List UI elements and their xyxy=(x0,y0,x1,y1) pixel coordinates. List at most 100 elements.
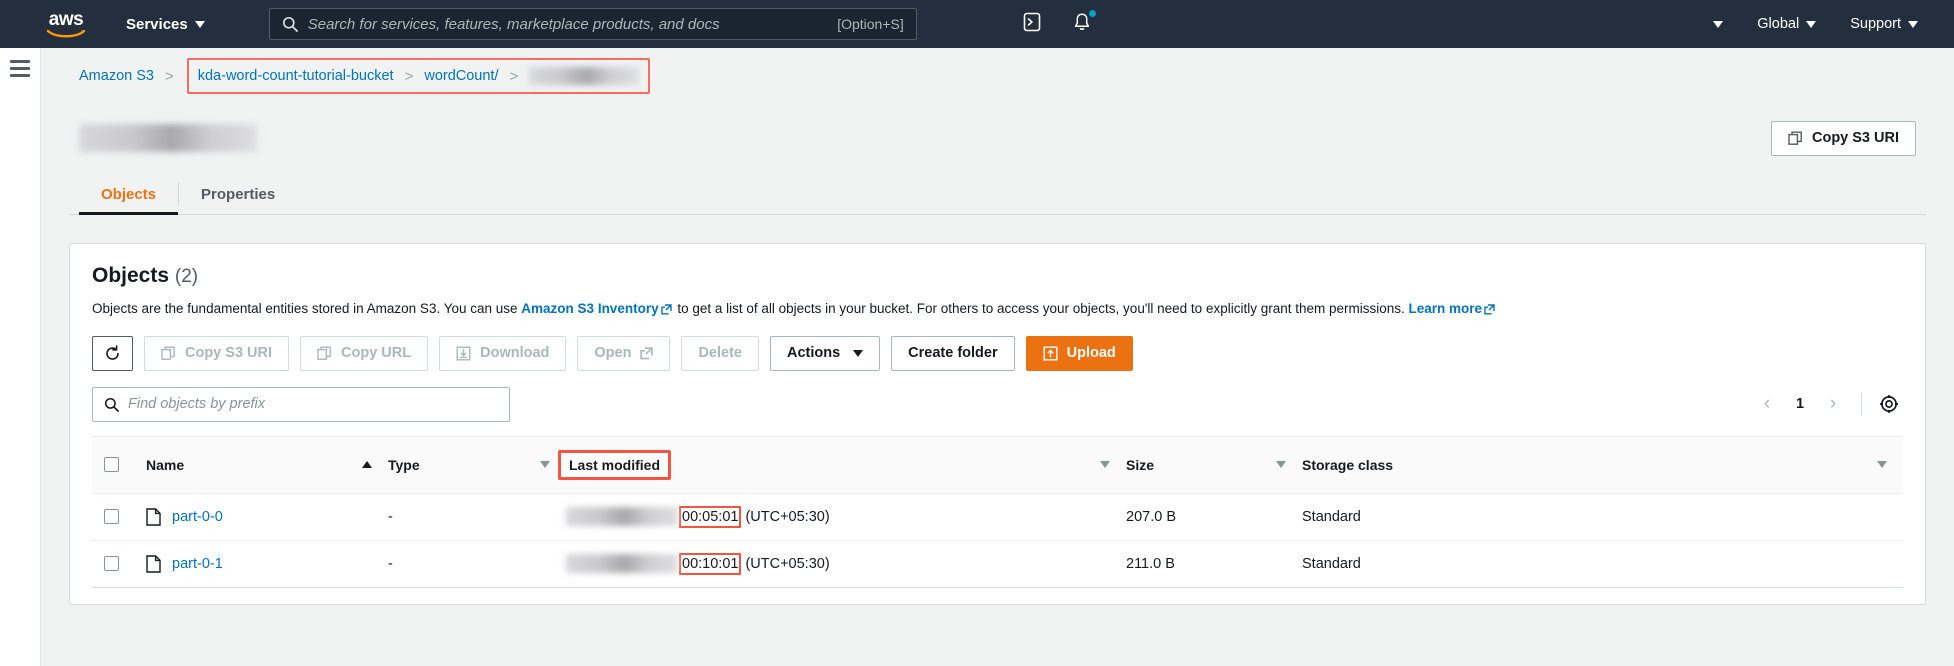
row-time-highlight-box: 00:05:01 xyxy=(679,505,742,528)
header-last-modified[interactable]: Last modified xyxy=(558,435,1126,494)
file-icon xyxy=(146,554,161,573)
objects-table-body: part-0-0 - 00:05:01 (UTC+05:30) 207.0 B … xyxy=(92,493,1903,588)
tab-properties[interactable]: Properties xyxy=(179,174,297,214)
delete-button[interactable]: Delete xyxy=(681,335,759,371)
row-size-cell: 211.0 B xyxy=(1126,540,1302,588)
row-last-modified-cell: 00:10:01 (UTC+05:30) xyxy=(566,540,1126,588)
objects-card-heading: Objects (2) xyxy=(92,264,1903,288)
header-type[interactable]: Type xyxy=(388,435,566,494)
aws-smile-icon xyxy=(46,29,86,37)
row-date-redacted xyxy=(566,507,678,527)
last-modified-highlight-box: Last modified xyxy=(558,449,672,480)
breadcrumb-item-bucket[interactable]: kda-word-count-tutorial-bucket xyxy=(198,68,394,84)
table-settings-gear-icon[interactable] xyxy=(1875,390,1903,418)
objects-heading-text: Objects xyxy=(92,264,170,287)
global-search-input[interactable] xyxy=(307,15,828,33)
header-size[interactable]: Size xyxy=(1126,435,1302,494)
notifications-bell-icon[interactable] xyxy=(1071,9,1096,38)
services-menu-button[interactable]: Services xyxy=(126,16,205,33)
row-timezone: (UTC+05:30) xyxy=(745,555,830,572)
header-name[interactable]: Name xyxy=(138,435,388,494)
left-rail xyxy=(0,48,41,666)
upload-icon xyxy=(1043,346,1058,361)
sort-descending-icon xyxy=(1276,461,1286,469)
support-menu-button[interactable]: Support xyxy=(1850,16,1918,32)
object-name-link[interactable]: part-0-1 xyxy=(172,556,223,572)
table-header-row: Name Type Last modified Size Storage cla… xyxy=(92,435,1903,494)
table-row[interactable]: part-0-0 - 00:05:01 (UTC+05:30) 207.0 B … xyxy=(92,493,1903,541)
objects-card: Objects (2) Objects are the fundamental … xyxy=(69,243,1926,605)
amazon-s3-inventory-link[interactable]: Amazon S3 Inventory xyxy=(521,301,658,316)
copy-s3-uri-toolbar-label: Copy S3 URI xyxy=(185,345,273,362)
support-label: Support xyxy=(1850,16,1901,32)
tab-objects[interactable]: Objects xyxy=(79,174,179,215)
pagination-prev-button[interactable]: ‹ xyxy=(1752,389,1782,419)
upload-button[interactable]: Upload xyxy=(1025,335,1133,371)
download-label: Download xyxy=(480,345,550,362)
header-storage-class[interactable]: Storage class xyxy=(1302,435,1903,494)
actions-label: Actions xyxy=(786,345,841,362)
sidebar-toggle-hamburger-icon[interactable] xyxy=(10,60,30,666)
breadcrumb-item-wordcount[interactable]: wordCount/ xyxy=(424,68,498,84)
row-timezone: (UTC+05:30) xyxy=(745,508,830,525)
breadcrumb-item-amazon-s3[interactable]: Amazon S3 xyxy=(79,68,154,84)
breadcrumb-separator: > xyxy=(164,67,174,85)
copy-s3-uri-toolbar-button[interactable]: Copy S3 URI xyxy=(144,335,290,371)
pagination-next-button[interactable]: › xyxy=(1818,389,1848,419)
external-link-icon xyxy=(640,346,654,359)
copy-s3-uri-button[interactable]: Copy S3 URI xyxy=(1770,120,1916,156)
objects-table-head: Name Type Last modified Size Storage cla… xyxy=(92,435,1903,494)
sort-descending-icon xyxy=(1100,461,1110,469)
tab-bar: Objects Properties xyxy=(69,174,1926,215)
chevron-down-icon xyxy=(853,349,864,357)
search-icon xyxy=(104,397,119,412)
search-shortcut-hint: [Option+S] xyxy=(837,16,904,32)
row-type-cell: - xyxy=(388,540,566,588)
row-checkbox[interactable] xyxy=(104,509,119,525)
chevron-down-icon xyxy=(1806,20,1817,28)
chevron-down-icon xyxy=(1908,20,1918,28)
object-name-link[interactable]: part-0-0 xyxy=(172,509,223,525)
tab-objects-label: Objects xyxy=(101,186,157,203)
objects-count: (2) xyxy=(174,266,199,287)
services-label: Services xyxy=(126,15,188,33)
row-time: 00:05:01 xyxy=(682,508,739,525)
row-checkbox[interactable] xyxy=(104,556,119,572)
refresh-icon xyxy=(106,344,119,360)
objects-table: Name Type Last modified Size Storage cla… xyxy=(92,435,1903,588)
row-name-cell: part-0-0 xyxy=(138,493,388,541)
learn-more-link[interactable]: Learn more xyxy=(1409,301,1483,316)
download-button[interactable]: Download xyxy=(439,335,567,371)
nav-icon-group xyxy=(1021,9,1096,38)
external-link-icon xyxy=(660,304,672,315)
find-objects-search-box[interactable] xyxy=(92,386,510,422)
description-part-1: Objects are the fundamental entities sto… xyxy=(92,301,518,316)
chevron-down-icon xyxy=(1713,20,1724,28)
row-storage-class-cell: Standard xyxy=(1302,493,1903,541)
external-link-icon xyxy=(1484,304,1495,315)
breadcrumb-item-redacted[interactable] xyxy=(529,67,640,85)
download-icon xyxy=(456,346,471,361)
refresh-button[interactable] xyxy=(92,335,133,371)
table-row[interactable]: part-0-1 - 00:10:01 (UTC+05:30) 211.0 B … xyxy=(92,540,1903,588)
row-select-cell xyxy=(92,493,138,541)
tab-properties-label: Properties xyxy=(201,186,276,203)
aws-logo[interactable]: aws xyxy=(36,10,96,38)
account-menu-button[interactable] xyxy=(1696,20,1724,28)
cloudshell-icon[interactable] xyxy=(1021,11,1043,38)
copy-url-button[interactable]: Copy URL xyxy=(300,335,429,371)
region-menu-button[interactable]: Global xyxy=(1757,16,1817,32)
pagination: ‹ 1 › xyxy=(1752,389,1903,419)
select-all-checkbox[interactable] xyxy=(104,457,119,473)
actions-dropdown-button[interactable]: Actions xyxy=(769,335,881,371)
create-folder-button[interactable]: Create folder xyxy=(891,335,1015,371)
header-name-label: Name xyxy=(146,456,185,473)
top-navigation-bar: aws Services [Option+S] xyxy=(0,0,1954,48)
pagination-page-1[interactable]: 1 xyxy=(1786,396,1814,412)
upload-label: Upload xyxy=(1066,345,1116,362)
row-time: 00:10:01 xyxy=(682,555,739,572)
objects-description: Objects are the fundamental entities sto… xyxy=(92,299,1903,319)
global-search-box[interactable]: [Option+S] xyxy=(268,8,917,40)
find-objects-input[interactable] xyxy=(128,396,498,413)
open-button[interactable]: Open xyxy=(577,335,671,371)
